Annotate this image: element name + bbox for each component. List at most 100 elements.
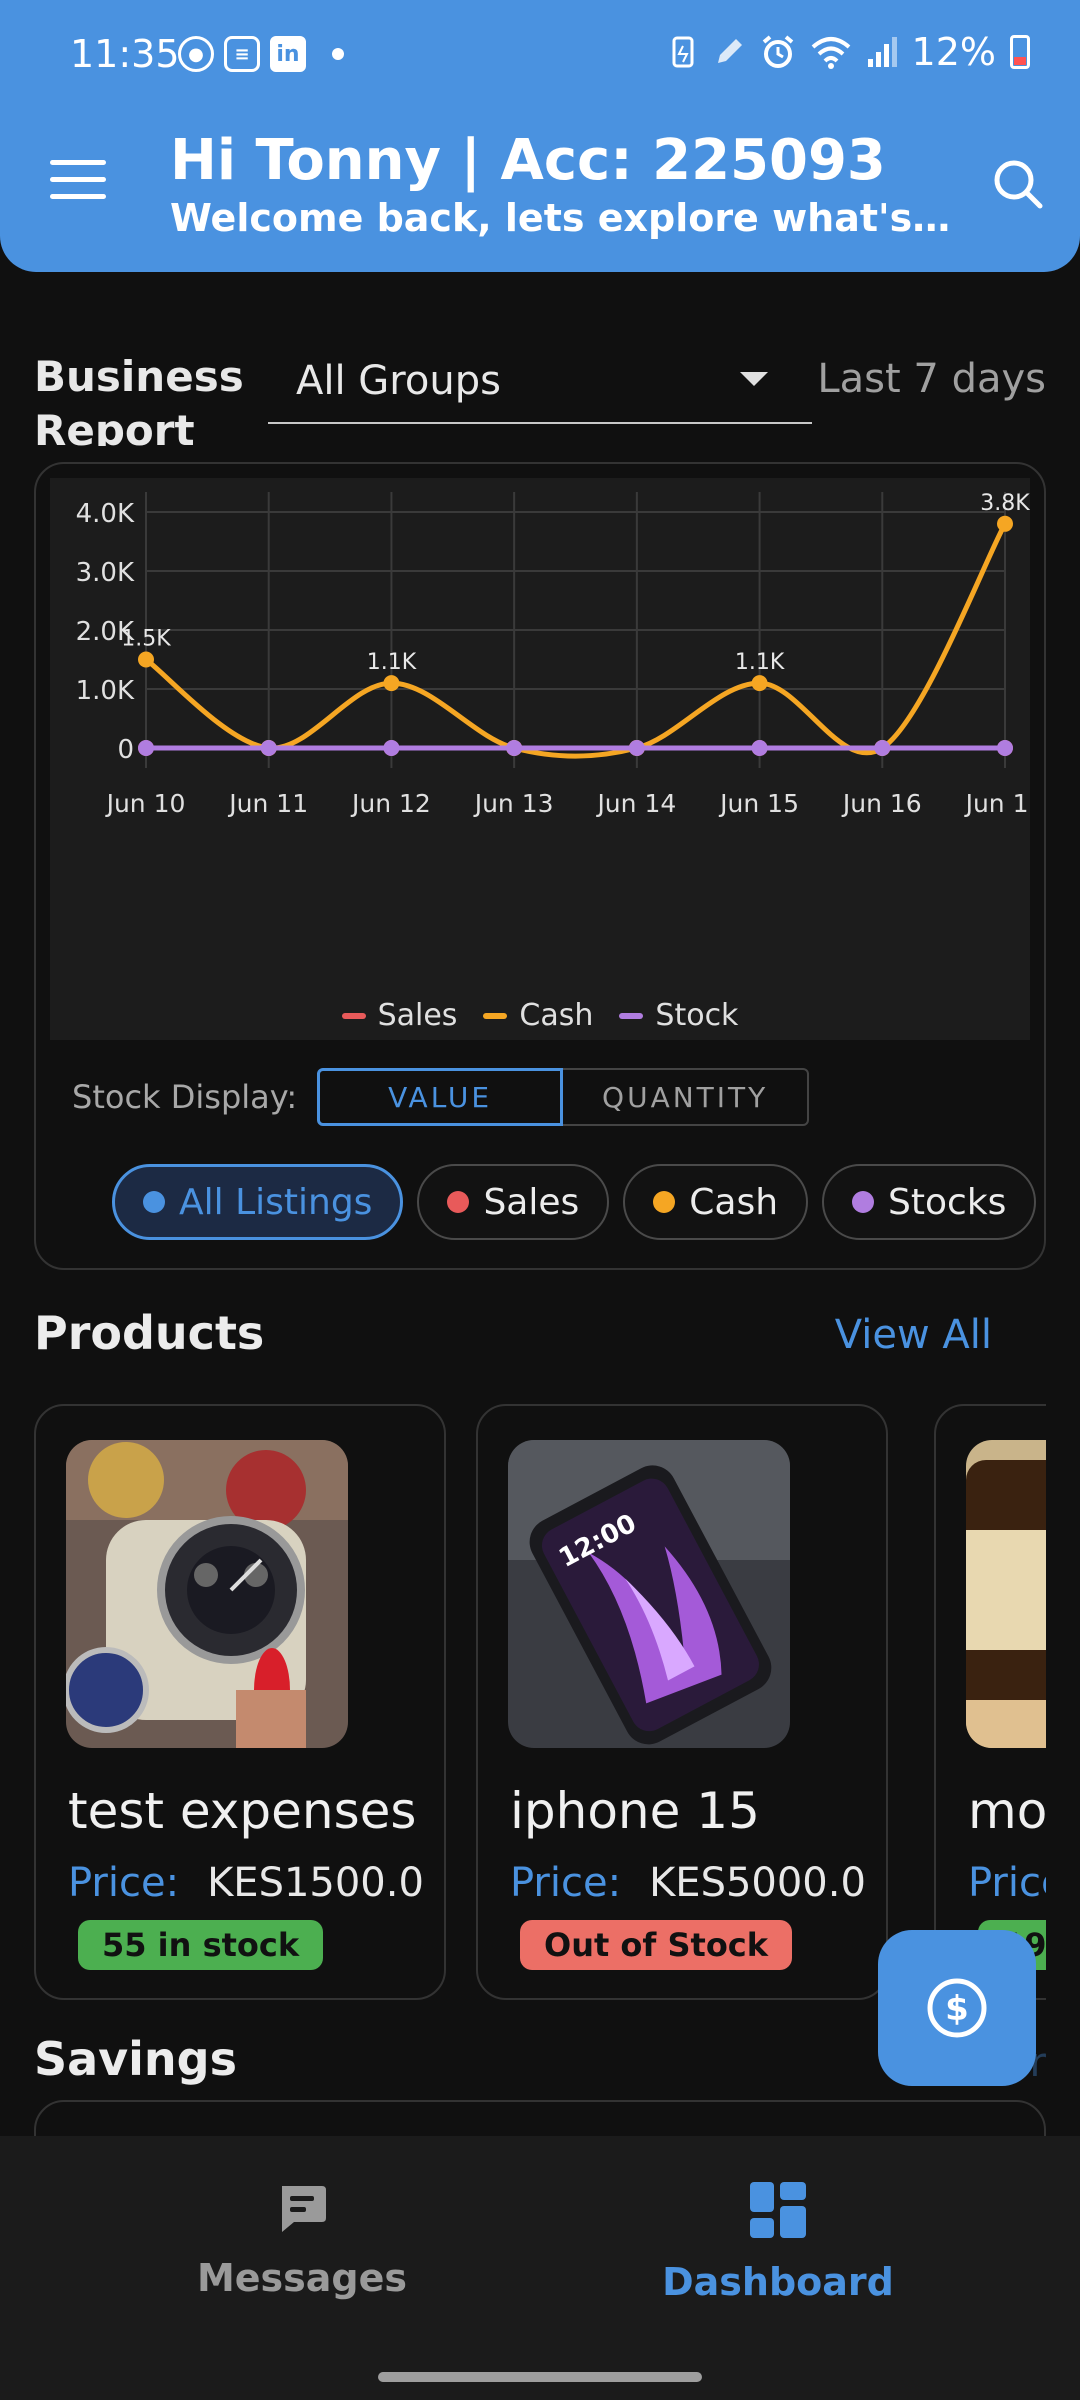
savings-link[interactable]: Clear — [941, 2040, 1046, 2086]
legend-swatch — [483, 1012, 508, 1019]
notification-dot — [332, 48, 344, 60]
price-label: Price: — [968, 1860, 1046, 1906]
data-label-cash: 3.8K — [980, 491, 1030, 516]
product-card[interactable]: 12:00 iphone 15 Price: KES5000.0 Out of S… — [476, 1404, 888, 2000]
x-tick-label: Jun 15 — [718, 789, 799, 818]
legend-swatch — [341, 1012, 366, 1019]
stock-display-label: Stock Display: — [72, 1078, 298, 1116]
legend-item-sales: Sales — [341, 998, 458, 1033]
data-label-cash: 1.5K — [121, 627, 171, 652]
app-header: 11:35 ● ≡ in 12% Hi Tonny | Acc: 225093 … — [0, 0, 1080, 272]
data-point-cash — [383, 675, 400, 692]
data-point-stock — [874, 740, 891, 756]
legend-item-cash: Cash — [483, 998, 593, 1033]
filter-dot — [852, 1191, 875, 1213]
y-tick-label: 4.0K — [76, 499, 135, 529]
product-name: mo — [968, 1782, 1046, 1840]
x-tick-label: Jun 17 — [964, 789, 1030, 818]
filter-chip-stocks[interactable]: Stocks — [822, 1164, 1037, 1240]
greeting-subtitle: Welcome back, lets explore what's going … — [170, 196, 960, 240]
nav-label: Messages — [196, 2256, 408, 2300]
nav-item-messages[interactable]: Messages — [152, 2180, 452, 2300]
pen-icon — [717, 39, 742, 63]
linkedin-icon: in — [270, 36, 306, 72]
battery-percent: 12% — [911, 30, 996, 74]
product-price: Price: KES1500.0 — [68, 1860, 424, 1906]
legend-label: Cash — [519, 998, 594, 1033]
status-bar: 11:35 ● ≡ in 12% — [0, 0, 1080, 110]
filter-chip-cash[interactable]: Cash — [623, 1164, 809, 1240]
home-indicator[interactable] — [378, 2372, 702, 2382]
signal-icon — [867, 37, 897, 67]
legend-label: Stock — [655, 998, 739, 1033]
series-line-cash — [144, 522, 1008, 759]
y-tick-label: 3.0K — [76, 558, 135, 588]
savings-title: Savings — [34, 2032, 237, 2086]
x-tick-label: Jun 12 — [350, 789, 431, 818]
filter-chip-label: All Listings — [179, 1181, 373, 1223]
price-label: Price: — [68, 1860, 180, 1906]
period-selector[interactable]: Last 7 days — [817, 356, 1046, 402]
nav-label: Dashboard — [662, 2260, 894, 2304]
status-left-icons: ● ≡ in — [178, 36, 344, 72]
search-icon[interactable] — [992, 158, 1044, 210]
molasses-jar-image — [966, 1440, 1046, 1748]
stock-mode-value-button[interactable]: VALUE — [317, 1068, 564, 1126]
filter-chip-label: Stocks — [888, 1181, 1007, 1223]
group-select-value: All Groups — [296, 358, 501, 404]
product-card[interactable]: mo Price: 198 — [934, 1404, 1046, 2000]
filter-dot — [447, 1191, 470, 1213]
filter-chip-label: Cash — [689, 1181, 779, 1223]
y-tick-label: 0 — [117, 735, 134, 765]
product-name: test expenses — [68, 1782, 417, 1840]
filter-chip-sales[interactable]: Sales — [417, 1164, 610, 1240]
product-card[interactable]: test expenses Price: KES1500.0 55 in stoc… — [34, 1404, 446, 2000]
nav-item-dashboard[interactable]: Dashboard — [628, 2180, 928, 2304]
business-report-title: Business Report — [34, 352, 244, 446]
data-point-stock — [997, 740, 1013, 756]
group-select-dropdown[interactable]: All Groups — [268, 342, 812, 424]
data-point-stock — [260, 740, 277, 756]
stock-display-segment: VALUE QUANTITY — [317, 1068, 810, 1126]
x-tick-label: Jun 13 — [473, 789, 554, 818]
product-price: Price: — [968, 1860, 1046, 1906]
stack-app-icon: ≡ — [224, 36, 260, 72]
legend-item-stock: Stock — [619, 998, 738, 1033]
filter-chip-all-listings[interactable]: All Listings — [112, 1164, 404, 1240]
chevron-down-icon — [740, 372, 768, 386]
data-point-stock — [138, 740, 154, 756]
dashboard-icon — [750, 2182, 806, 2238]
data-point-cash — [751, 675, 768, 692]
data-point-cash — [997, 515, 1013, 532]
legend-label: Sales — [377, 998, 458, 1033]
x-tick-label: Jun 16 — [841, 789, 922, 818]
svg-text:$: $ — [945, 1989, 969, 2029]
dollar-icon: $ — [927, 1978, 987, 2038]
view-all-products-link[interactable]: View All — [835, 1312, 992, 1358]
x-tick-label: Jun 10 — [105, 789, 186, 818]
price-label: Price: — [510, 1860, 622, 1906]
message-icon — [282, 2186, 326, 2232]
stock-badge: 55 in stock — [78, 1920, 324, 1970]
hamburger-menu-icon[interactable] — [50, 160, 106, 204]
products-title: Products — [34, 1306, 265, 1360]
data-label-cash: 1.1K — [367, 650, 417, 675]
battery-icon — [1010, 35, 1030, 69]
data-label-cash: 1.1K — [735, 650, 785, 675]
stock-mode-quantity-button[interactable]: QUANTITY — [563, 1068, 810, 1126]
business-report-card: 0 1.0K 2.0K 3.0K 4.0K Jun 10 Jun 11 Jun 12 Jun 1… — [34, 462, 1046, 1270]
bottom-navigation: Messages Dashboard — [0, 2136, 1080, 2400]
status-right-icons: 12% — [668, 30, 1030, 74]
legend-swatch — [619, 1012, 644, 1019]
chart-area: 0 1.0K 2.0K 3.0K 4.0K Jun 10 Jun 11 Jun 12 Jun 1… — [50, 478, 1030, 1040]
data-point-stock — [628, 740, 645, 756]
wifi-icon — [811, 37, 850, 69]
product-name: iphone 15 — [510, 1782, 760, 1840]
filter-chip-label: Sales — [483, 1181, 580, 1223]
products-carousel[interactable]: test expenses Price: KES1500.0 55 in stoc… — [34, 1404, 1046, 2004]
price-value: KES1500.0 — [207, 1860, 424, 1906]
status-time: 11:35 — [70, 32, 180, 76]
line-chart: 01.0K2.0K3.0K4.0KJun 10 Jun 11 Jun 12 Jun 1… — [76, 491, 1030, 818]
data-point-stock — [383, 740, 400, 756]
price-value: KES5000.0 — [649, 1860, 866, 1906]
